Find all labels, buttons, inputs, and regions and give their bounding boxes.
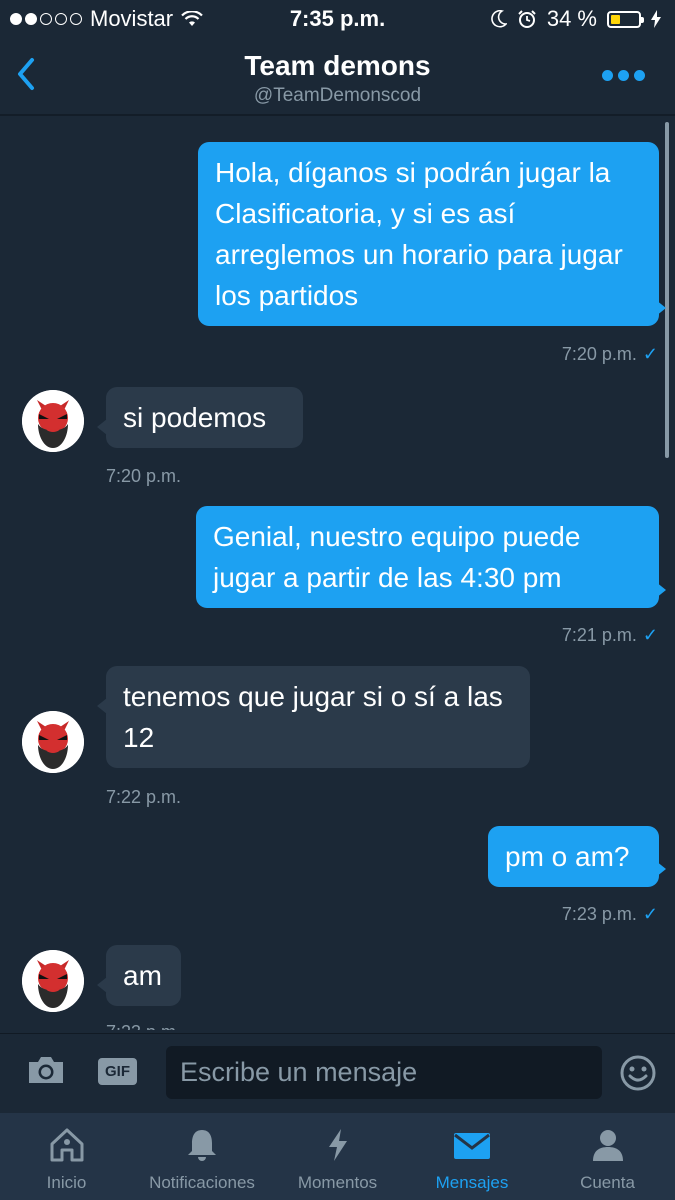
message-timestamp: 7:21 p.m. ✓: [561, 625, 658, 645]
status-right: 34 %: [491, 6, 661, 32]
tab-label: Momentos: [297, 1173, 378, 1192]
conversation-title[interactable]: Team demons: [0, 50, 675, 82]
incoming-message-bubble[interactable]: si podemos: [97, 387, 303, 448]
tab-label: Mensajes: [435, 1173, 509, 1192]
message-thread[interactable]: Hola, díganos si podrán jugar la Clasifi…: [0, 116, 675, 1030]
incoming-message-bubble[interactable]: am: [97, 945, 181, 1006]
read-check-icon: ✓: [642, 625, 658, 645]
tab-label: Cuenta: [580, 1173, 635, 1192]
message-timestamp: 7:20 p.m. ✓: [561, 344, 658, 364]
avatar[interactable]: [22, 711, 84, 773]
tab-cuenta[interactable]: Cuenta: [540, 1113, 675, 1200]
tab-inicio[interactable]: Inicio: [0, 1113, 133, 1200]
read-check-icon: ✓: [642, 344, 658, 364]
charging-bolt-icon: [651, 10, 661, 28]
lightning-icon: [328, 1129, 347, 1161]
emoji-icon[interactable]: [619, 1054, 657, 1092]
battery-percent: 34 %: [546, 6, 597, 31]
gif-button[interactable]: GIF: [98, 1058, 137, 1085]
tab-notificaciones[interactable]: Notificaciones: [133, 1113, 271, 1200]
home-icon: [50, 1128, 83, 1162]
outgoing-message-bubble[interactable]: Genial, nuestro equipo puede jugar a par…: [196, 506, 666, 608]
tab-bar: Inicio Notificaciones Momentos Mensajes …: [0, 1113, 675, 1200]
message-input[interactable]: [166, 1046, 602, 1099]
battery-icon: [607, 10, 644, 28]
moon-icon: [491, 10, 507, 28]
avatar[interactable]: [22, 390, 84, 452]
camera-icon[interactable]: [26, 1054, 66, 1086]
message-timestamp: 7:20 p.m.: [106, 466, 182, 486]
alarm-icon: [518, 10, 536, 28]
bell-icon: [188, 1130, 216, 1161]
incoming-message-bubble[interactable]: tenemos que jugar si o sí a las 12: [97, 666, 530, 768]
tab-momentos[interactable]: Momentos: [271, 1113, 404, 1200]
tab-label: Notificaciones: [149, 1173, 255, 1192]
tab-label: Inicio: [46, 1173, 87, 1192]
conversation-handle: @TeamDemonscod: [253, 85, 422, 106]
avatar[interactable]: [22, 950, 84, 1012]
message-timestamp: 7:22 p.m.: [106, 787, 182, 807]
scrollbar[interactable]: [665, 122, 669, 458]
more-options-icon[interactable]: [602, 70, 645, 81]
outgoing-message-bubble[interactable]: pm o am?: [488, 826, 666, 887]
message-timestamp: 7:23 p.m.: [106, 1022, 181, 1030]
envelope-icon: [454, 1133, 490, 1159]
status-bar: Movistar 7:35 p.m. 34 %: [0, 0, 675, 38]
tab-mensajes[interactable]: Mensajes: [404, 1113, 540, 1200]
read-check-icon: ✓: [642, 904, 658, 924]
outgoing-message-bubble[interactable]: Hola, díganos si podrán jugar la Clasifi…: [198, 142, 666, 326]
message-composer: GIF: [0, 1033, 675, 1114]
conversation-header: Team demons @TeamDemonscod: [0, 38, 675, 114]
message-timestamp: 7:23 p.m. ✓: [561, 904, 658, 924]
person-icon: [592, 1130, 623, 1161]
